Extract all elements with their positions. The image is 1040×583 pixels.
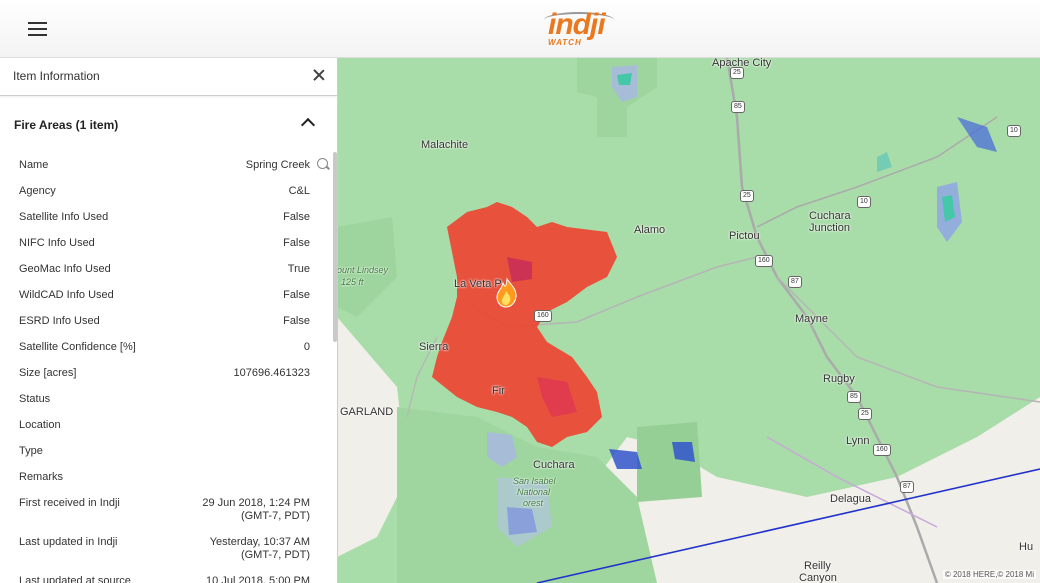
place-lynn: Lynn — [846, 435, 870, 447]
route-shield-85: 85 — [847, 391, 861, 403]
place-reilly-canyon-1: Reilly — [804, 560, 831, 572]
attr-value: False — [283, 237, 310, 249]
close-icon[interactable] — [311, 67, 327, 83]
item-information-panel: Item Information Fire Areas (1 item) Nam… — [0, 57, 338, 583]
attr-label: GeoMac Info Used — [19, 263, 111, 275]
attr-label: Size [acres] — [19, 367, 77, 379]
place-hu: Hu — [1019, 541, 1034, 553]
place-mayne: Mayne — [795, 313, 829, 325]
route-shield-10: 10 — [1007, 125, 1021, 137]
attr-value: Spring Creek — [245, 159, 310, 171]
panel-header: Item Information — [0, 57, 337, 96]
place-san-isabel-1: San Isabel — [513, 476, 556, 486]
map-copyright: © 2018 HERE,© 2018 Mi — [942, 570, 1036, 579]
chevron-up-icon[interactable] — [300, 117, 316, 133]
attr-value: Yesterday, 10:37 AM (GMT-7, PDT) — [209, 536, 310, 561]
place-mount-lindsey-1: ount Lindsey — [337, 265, 389, 275]
place-cuchara-junction-2: Junction — [809, 222, 850, 234]
place-la-veta: La Veta P — [454, 278, 502, 290]
place-cuchara-junction-1: Cuchara — [809, 210, 851, 222]
attr-row-satellite-confidence: Satellite Confidence [%] 0 — [0, 334, 320, 360]
route-shield-10: 10 — [857, 196, 871, 208]
route-shield-160: 160 — [873, 444, 891, 456]
attribute-list: Name Spring Creek Agency C&L Satellite I… — [0, 152, 328, 583]
place-fir: Fir — [492, 385, 505, 397]
place-san-isabel-2: National — [517, 487, 551, 497]
attr-label: ESRD Info Used — [19, 315, 100, 327]
route-shield-160: 160 — [755, 255, 773, 267]
panel-title: Item Information — [13, 69, 100, 83]
place-rugby: Rugby — [823, 373, 855, 385]
place-malachite: Malachite — [421, 139, 469, 151]
attr-row-last-updated-source: Last updated at source 10 Jul 2018, 5:00… — [0, 568, 320, 583]
attr-row-esrd-info: ESRD Info Used False — [0, 308, 320, 334]
place-mount-lindsey-2: 125 ft — [341, 277, 364, 287]
route-shield-160: 160 — [534, 310, 552, 322]
attr-value: 0 — [303, 341, 310, 353]
attr-label: Location — [19, 419, 61, 431]
attr-label: Last updated in Indji — [19, 536, 118, 548]
precip-patch — [672, 442, 695, 462]
place-alamo: Alamo — [634, 224, 666, 236]
attr-label: NIFC Info Used — [19, 237, 95, 249]
route-shield-25: 25 — [858, 408, 872, 420]
attr-row-location: Location — [0, 412, 320, 438]
panel-scrollbar[interactable] — [333, 152, 337, 342]
route-shield-87: 87 — [900, 481, 914, 493]
section-title: Fire Areas (1 item) — [14, 118, 119, 132]
place-reilly-canyon-2: Canyon — [799, 572, 837, 583]
attr-row-nifc-info: NIFC Info Used False — [0, 230, 320, 256]
attr-row-last-updated: Last updated in Indji Yesterday, 10:37 A… — [0, 529, 320, 568]
place-san-isabel-3: orest — [523, 498, 544, 508]
route-shield-85: 85 — [731, 101, 745, 113]
attr-label: Status — [19, 393, 51, 405]
attr-label: Name — [19, 159, 49, 171]
attr-label: First received in Indji — [19, 497, 120, 509]
attr-row-status: Status — [0, 386, 320, 412]
forest-patch-south — [637, 422, 702, 502]
attr-row-name: Name Spring Creek — [0, 152, 328, 178]
zoom-to-icon[interactable] — [317, 158, 328, 169]
attr-row-first-received: First received in Indji 29 Jun 2018, 1:2… — [0, 490, 320, 529]
route-shield-25: 25 — [740, 190, 754, 202]
attr-value: False — [283, 289, 310, 301]
attr-label: Satellite Info Used — [19, 211, 109, 223]
place-pictou: Pictou — [729, 230, 760, 242]
attr-label: WildCAD Info Used — [19, 289, 114, 301]
attr-label: Last updated at source — [19, 575, 131, 583]
attr-row-wildcad-info: WildCAD Info Used False — [0, 282, 320, 308]
attr-value: 29 Jun 2018, 1:24 PM (GMT-7, PDT) — [202, 497, 310, 522]
attr-value: False — [283, 315, 310, 327]
attr-value: 107696.461323 — [233, 367, 310, 379]
attr-value: False — [283, 211, 310, 223]
route-shield-25: 25 — [730, 67, 744, 79]
place-sierra: Sierra — [419, 341, 449, 353]
attr-row-size: Size [acres] 107696.461323 — [0, 360, 320, 386]
attr-row-agency: Agency C&L — [0, 178, 320, 204]
map-canvas[interactable] — [337, 57, 1040, 583]
indji-watch-logo: indji WATCH — [540, 8, 620, 48]
place-garland: GARLAND — [340, 406, 394, 418]
attr-label: Agency — [19, 185, 56, 197]
attr-row-geomac-info: GeoMac Info Used True — [0, 256, 320, 282]
top-bar: indji WATCH — [0, 0, 1040, 58]
attr-label: Satellite Confidence [%] — [19, 341, 136, 353]
attr-value: C&L — [288, 185, 310, 197]
fire-areas-section-header[interactable]: Fire Areas (1 item) — [0, 96, 337, 152]
place-cuchara: Cuchara — [533, 459, 575, 471]
attr-label: Type — [19, 445, 43, 457]
map-view[interactable]: Apache City Malachite Alamo Pictou Cucha… — [337, 57, 1040, 583]
attr-row-satellite-info: Satellite Info Used False — [0, 204, 320, 230]
place-delagua: Delagua — [830, 493, 871, 505]
attr-row-remarks: Remarks — [0, 464, 320, 490]
route-shield-87: 87 — [788, 276, 802, 288]
attr-value: True — [287, 263, 310, 275]
precip-patch — [617, 73, 632, 85]
menu-icon[interactable] — [28, 22, 47, 36]
attr-row-type: Type — [0, 438, 320, 464]
attr-value: 10 Jul 2018, 5:00 PM — [206, 575, 310, 583]
attr-label: Remarks — [19, 471, 64, 483]
